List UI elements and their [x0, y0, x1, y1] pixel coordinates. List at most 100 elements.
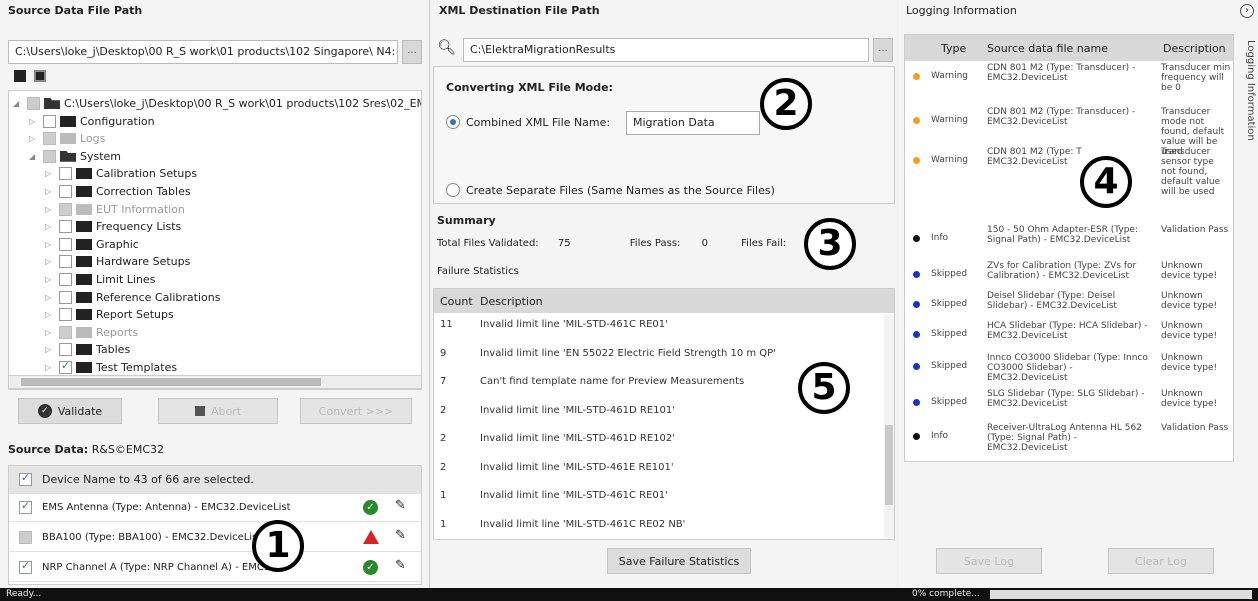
tree-checkbox[interactable] — [59, 220, 72, 234]
source-browse-button[interactable]: ... — [402, 40, 422, 64]
collapsed-arrow-icon[interactable]: ▷ — [45, 205, 55, 214]
tree-checkbox[interactable] — [59, 255, 72, 269]
tree-node[interactable]: ▷ EUT Information — [45, 201, 185, 218]
folder-icon — [76, 168, 92, 180]
collapsed-arrow-icon[interactable]: ▷ — [45, 363, 55, 372]
tree-node[interactable]: ◢ System — [29, 148, 121, 165]
validate-button[interactable]: ✓ Validate — [18, 398, 122, 424]
source-data-label: Source Data: — [8, 443, 89, 456]
expanded-arrow-icon[interactable]: ◢ — [13, 99, 23, 108]
tree-checkbox[interactable] — [59, 308, 72, 322]
expanded-arrow-icon[interactable]: ◢ — [29, 152, 39, 161]
tree-node[interactable]: ▷ Frequency Lists — [45, 218, 181, 235]
clear-log-button[interactable]: Clear Log — [1108, 548, 1214, 574]
edit-icon[interactable]: ✎ — [395, 528, 406, 543]
device-checkbox[interactable] — [19, 559, 32, 574]
tree-checkbox[interactable] — [59, 290, 72, 304]
source-tree[interactable]: ◢ C:\Users\loke_j\Desktop\00 R_S work\01 … — [8, 90, 422, 390]
tree-checkbox[interactable] — [59, 167, 72, 181]
tree-node-label: Frequency Lists — [96, 220, 182, 234]
tree-node[interactable]: ▷ Report Setups — [45, 306, 174, 323]
tree-checkbox[interactable] — [43, 149, 56, 163]
collapsed-arrow-icon[interactable]: ▷ — [45, 310, 55, 319]
tree-node[interactable]: ▷ Limit Lines — [45, 271, 155, 288]
folder-icon — [60, 150, 76, 162]
combined-option[interactable]: Combined XML File Name: — [446, 115, 610, 129]
tree-checkbox[interactable] — [59, 185, 72, 198]
separate-option[interactable]: Create Separate Files (Same Names as the… — [446, 183, 775, 197]
log-type: Skipped — [931, 299, 968, 309]
collapsed-arrow-icon[interactable]: ▷ — [45, 187, 55, 196]
device-checkbox[interactable] — [19, 531, 32, 544]
collapsed-arrow-icon[interactable]: ▷ — [45, 275, 55, 284]
tree-checkbox[interactable] — [59, 325, 72, 339]
collapse-panel-icon[interactable]: › — [1240, 4, 1254, 18]
folder-icon — [60, 133, 76, 145]
save-log-button[interactable]: Save Log — [936, 548, 1042, 574]
collapsed-arrow-icon[interactable]: ▷ — [45, 222, 55, 231]
collapsed-arrow-icon[interactable]: ▷ — [29, 134, 39, 143]
tree-checkbox[interactable] — [43, 132, 56, 146]
tree-checkbox[interactable] — [59, 273, 72, 286]
device-row[interactable]: NRP Channel A (Type: NRP Channel A) - EM… — [9, 554, 421, 582]
tree-node[interactable]: ▷ Correction Tables — [45, 183, 191, 200]
tree-checkbox[interactable] — [27, 97, 40, 110]
tree-node[interactable]: ▷ Tables — [45, 341, 130, 358]
combined-filename-input[interactable]: Migration Data — [626, 111, 760, 135]
failure-table-scrollbar[interactable] — [884, 315, 894, 537]
tree-node[interactable]: ▷ Hardware Setups — [45, 253, 190, 270]
separate-radio[interactable] — [446, 183, 460, 197]
collapsed-arrow-icon[interactable]: ▷ — [45, 293, 55, 302]
log-type: Warning — [931, 71, 969, 81]
tree-node[interactable]: ▷ Calibration Setups — [45, 165, 197, 182]
search-icon[interactable]: 🔍︎ — [437, 38, 459, 62]
tree-horizontal-scrollbar[interactable] — [8, 375, 422, 389]
destination-browse-button[interactable]: ... — [873, 38, 893, 62]
tree-node[interactable]: ▷ Configuration — [29, 113, 155, 130]
type-header[interactable]: Type — [941, 42, 966, 55]
tree-node[interactable]: ◢ C:\Users\loke_j\Desktop\00 R_S work\01 … — [13, 95, 421, 112]
collapsed-arrow-icon[interactable]: ▷ — [29, 117, 39, 126]
log-type: Warning — [931, 115, 969, 125]
failure-description: Invalid limit line 'EN 55022 Electric Fi… — [480, 347, 776, 359]
tree-node[interactable]: ▷ Reference Calibrations — [45, 289, 220, 306]
combined-radio[interactable] — [446, 115, 460, 129]
expand-all-icon[interactable] — [34, 70, 46, 82]
logging-vertical-tab[interactable]: Logging Information — [1245, 40, 1256, 141]
collapsed-arrow-icon[interactable]: ▷ — [45, 345, 55, 354]
save-failure-stats-button[interactable]: Save Failure Statistics — [607, 548, 751, 574]
log-source: Receiver-UltraLog Antenna HL 562 (Type: … — [987, 423, 1142, 453]
source-header[interactable]: Source data file name — [987, 42, 1108, 55]
log-type: Skipped — [931, 397, 968, 407]
tree-node[interactable]: ▷ Reports — [45, 324, 138, 341]
collapsed-arrow-icon[interactable]: ▷ — [45, 328, 55, 337]
select-all-checkbox[interactable] — [19, 471, 32, 486]
count-header[interactable]: Count — [440, 295, 473, 308]
edit-icon[interactable]: ✎ — [395, 558, 406, 573]
tree-checkbox[interactable] — [59, 202, 72, 216]
tree-checkbox[interactable] — [59, 343, 72, 357]
collapsed-arrow-icon[interactable]: ▷ — [45, 257, 55, 266]
collapsed-arrow-icon[interactable]: ▷ — [45, 240, 55, 249]
device-checkbox[interactable] — [19, 499, 32, 514]
source-path-input[interactable]: C:\Users\loke_j\Desktop\00 R_S work\01 p… — [8, 40, 398, 64]
tree-node-label: Reference Calibrations — [96, 290, 221, 304]
tree-checkbox[interactable] — [59, 359, 72, 374]
log-severity-icon — [913, 399, 920, 406]
abort-button[interactable]: Abort — [158, 398, 278, 424]
tree-node[interactable]: ▷ Logs — [29, 130, 105, 147]
description-header[interactable]: Description — [480, 295, 543, 308]
tree-checkbox[interactable] — [59, 237, 72, 251]
description-header[interactable]: Description — [1163, 42, 1226, 55]
tree-checkbox[interactable] — [43, 114, 56, 128]
tree-node[interactable]: ▷ Test Templates — [45, 359, 177, 376]
tree-node[interactable]: ▷ Graphic — [45, 236, 139, 253]
collapsed-arrow-icon[interactable]: ▷ — [45, 169, 55, 178]
edit-icon[interactable]: ✎ — [395, 498, 406, 513]
device-row[interactable]: BBA100 (Type: BBA100) - EMC32.DeviceList… — [9, 524, 421, 552]
device-row[interactable]: EMS Antenna (Type: Antenna) - EMC32.Devi… — [9, 494, 421, 522]
log-description: Validation Pass — [1161, 423, 1229, 433]
convert-button[interactable]: Convert >>> — [300, 398, 412, 424]
collapse-all-icon[interactable] — [14, 70, 26, 82]
destination-path-input[interactable]: C:\ElektraMigrationResults — [463, 38, 869, 62]
